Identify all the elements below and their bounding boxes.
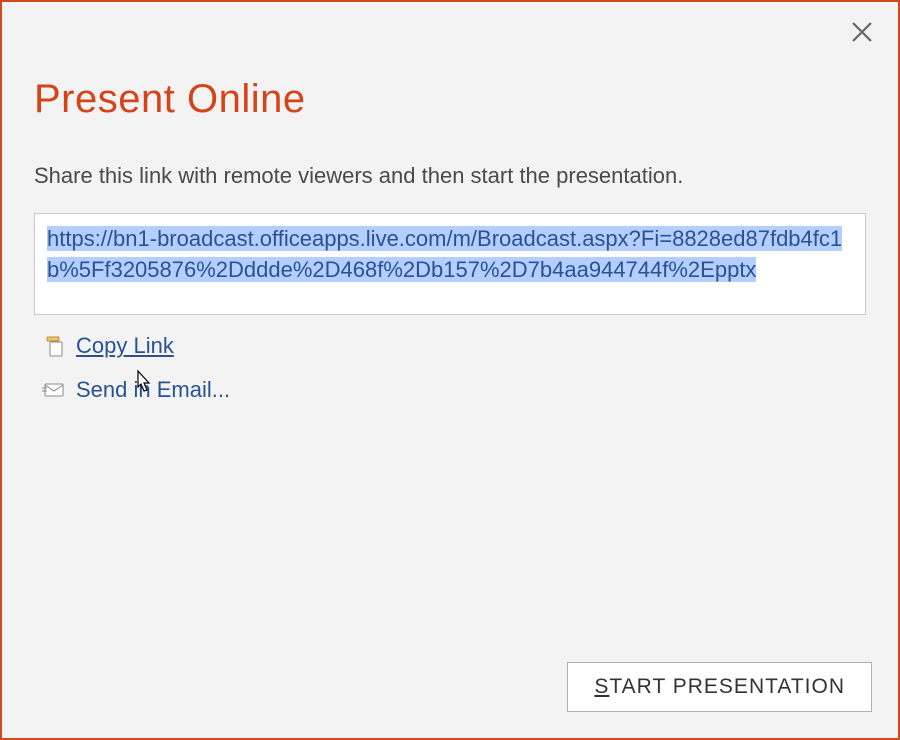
accelerator-s: S xyxy=(594,675,609,698)
send-email-button[interactable]: Send in Email... xyxy=(76,377,230,403)
share-link-box[interactable]: https://bn1-broadcast.officeapps.live.co… xyxy=(34,213,866,316)
instruction-text: Share this link with remote viewers and … xyxy=(34,162,866,191)
start-presentation-button[interactable]: START PRESENTATION xyxy=(567,662,872,712)
send-email-row[interactable]: Send in Email... xyxy=(34,377,866,403)
dialog-title: Present Online xyxy=(34,77,866,122)
copy-link-button[interactable]: Copy Link xyxy=(76,333,174,359)
email-icon xyxy=(42,378,66,402)
share-link-text[interactable]: https://bn1-broadcast.officeapps.live.co… xyxy=(47,226,842,283)
clipboard-icon xyxy=(42,334,66,358)
close-button[interactable] xyxy=(848,20,876,48)
start-button-rest: TART PRESENTATION xyxy=(609,675,845,698)
copy-link-row[interactable]: Copy Link xyxy=(34,333,866,359)
close-icon xyxy=(850,20,874,49)
dialog-content: Present Online Share this link with remo… xyxy=(2,2,898,403)
